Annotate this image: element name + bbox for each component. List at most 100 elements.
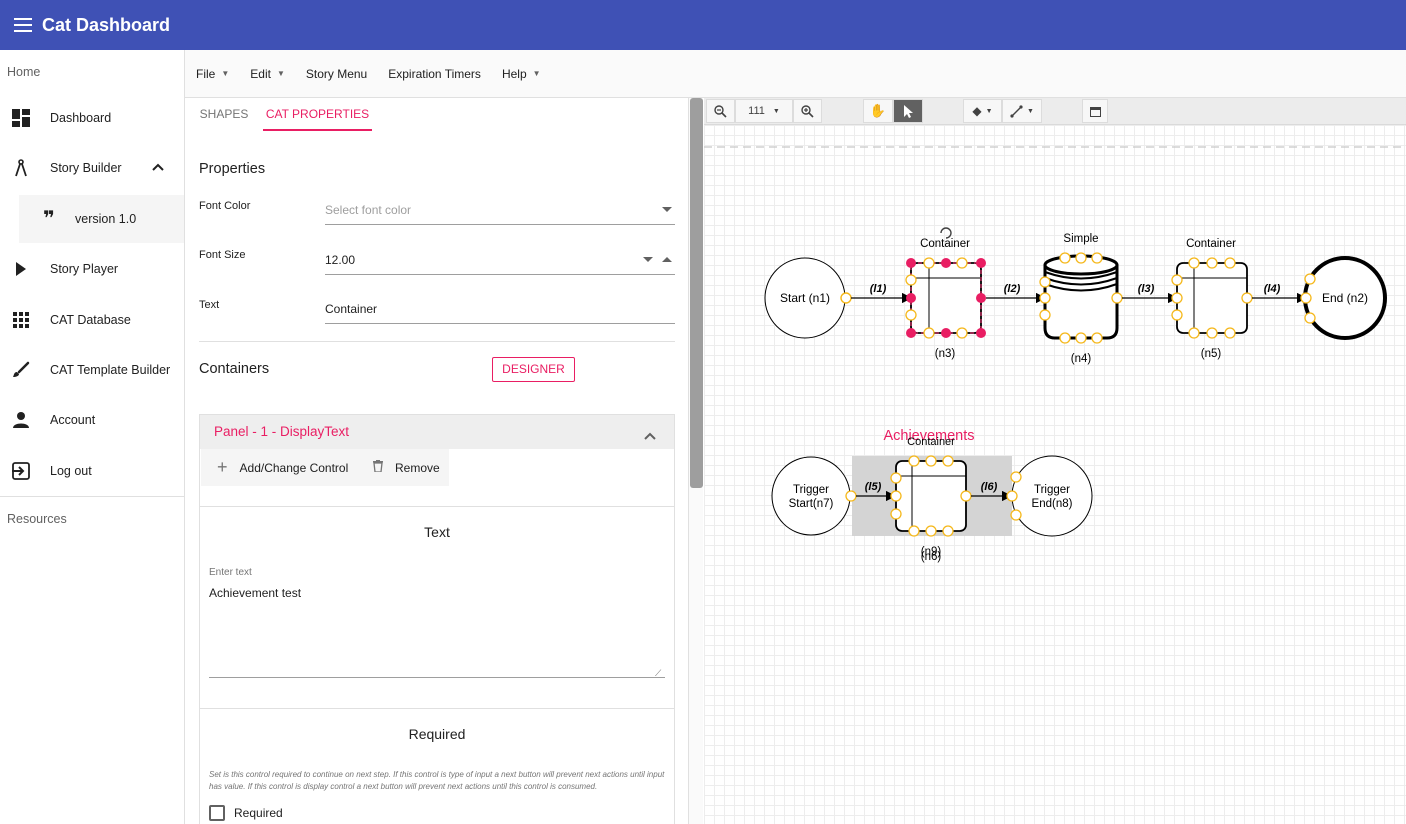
quote-icon: ❞ (43, 208, 55, 230)
chevron-down-icon: ▼ (772, 107, 780, 115)
font-size-label: Font Size (199, 249, 246, 261)
compass-icon (11, 158, 31, 178)
sidebar-item-log-out[interactable]: Log out (0, 447, 184, 495)
sidebar-item-dashboard[interactable]: Dashboard (0, 94, 184, 142)
remove-label: Remove (395, 460, 440, 475)
tab-cat-properties[interactable]: CAT PROPERTIES (263, 98, 372, 131)
node-id: (n3) (935, 348, 956, 360)
grid-icon (11, 310, 31, 330)
zoom-value: 111 (748, 105, 765, 117)
increment-arrow-icon[interactable] (662, 257, 672, 262)
sidebar-item-label: CAT Database (50, 313, 131, 327)
hand-icon: ✋ (869, 103, 887, 118)
link-label: (l3) (1138, 283, 1155, 295)
panel-tabs: SHAPES CAT PROPERTIES (185, 98, 688, 131)
sidebar-item-label: version 1.0 (75, 212, 137, 226)
node-title: Container (920, 238, 970, 250)
tab-shapes[interactable]: SHAPES (193, 98, 255, 131)
dropdown-arrow-icon (662, 207, 672, 212)
plus-icon: + (217, 457, 228, 477)
menu-help[interactable]: Help ▼ (502, 67, 541, 81)
scrollbar-thumb[interactable] (690, 98, 703, 488)
panel-header[interactable]: Panel - 1 - DisplayText (200, 415, 674, 449)
enter-text-textarea[interactable]: Achievement test (209, 586, 301, 600)
zoom-out-button[interactable] (706, 99, 735, 123)
zoom-select[interactable]: 111 ▼ (735, 99, 793, 123)
text-label: Text (199, 299, 220, 311)
connector-icon (1010, 104, 1023, 118)
sidebar-subheader-home: Home (7, 65, 41, 79)
diagram-canvas[interactable]: Start (n1) (l1) Container (n3) (l2) Simp… (704, 125, 1406, 824)
menu-bar: File ▼ Edit ▼ Story Menu Expiration Timers… (185, 50, 1406, 98)
containers-title: Containers (199, 361, 270, 377)
font-color-placeholder: Select font color (325, 203, 412, 217)
node-end-n2: End (n2) (1300, 256, 1387, 340)
zoom-out-icon (714, 104, 727, 118)
panel-expansion: Panel - 1 - DisplayText + Add/Change Con… (199, 414, 675, 824)
textarea-underline (209, 677, 665, 678)
menu-label: Expiration Timers (388, 66, 481, 81)
brush-icon (11, 360, 31, 380)
calendar-button[interactable] (1082, 99, 1108, 123)
connector-style-button[interactable]: ▼ (1002, 99, 1042, 123)
sidebar-item-cat-template-builder[interactable]: CAT Template Builder (0, 346, 184, 394)
node-title: Simple (1063, 233, 1098, 245)
designer-button[interactable]: DESIGNER (492, 357, 575, 382)
trash-icon (373, 460, 383, 475)
chevron-up-icon[interactable] (152, 160, 164, 174)
panel-title: Panel - 1 - DisplayText (214, 424, 350, 439)
text-value: Container (325, 302, 378, 316)
link-label: (l5) (865, 481, 882, 493)
app-bar: Cat Dashboard (0, 0, 1406, 50)
text-input[interactable]: Container (325, 294, 675, 324)
menu-file[interactable]: File ▼ (196, 67, 229, 81)
node-id: (n5) (1201, 348, 1222, 360)
properties-panel: SHAPES CAT PROPERTIES Properties Font Co… (185, 98, 688, 824)
node-id: (n4) (1071, 353, 1092, 365)
sidebar-item-cat-database[interactable]: CAT Database (0, 296, 184, 344)
select-tool-button[interactable] (893, 99, 923, 123)
remove-button[interactable]: Remove (373, 449, 440, 486)
hamburger-menu-icon[interactable] (14, 18, 32, 32)
required-checkbox[interactable] (209, 805, 225, 821)
control-divider (200, 708, 674, 709)
play-icon (11, 259, 31, 279)
sidebar-item-version[interactable]: ❞ version 1.0 (19, 195, 184, 243)
link-label: (l4) (1264, 283, 1281, 295)
sidebar-subheader-resources: Resources (7, 512, 67, 526)
pan-tool-button[interactable]: ✋ (863, 99, 893, 123)
menu-expiration-timers[interactable]: Expiration Timers (388, 67, 481, 81)
sidebar-item-label: Story Player (50, 262, 119, 276)
chevron-down-icon: ▼ (532, 69, 541, 78)
sidebar-item-story-player[interactable]: Story Player (0, 245, 184, 293)
rotate-handle-icon (940, 227, 952, 239)
menu-label: Story Menu (305, 66, 368, 81)
chevron-up-icon[interactable] (644, 427, 656, 445)
zoom-in-button[interactable] (793, 99, 822, 123)
node-title: Container (907, 436, 955, 448)
link-label: (l1) (870, 283, 887, 295)
node-simple-n4: Simple (n4) (1039, 233, 1123, 365)
logout-icon (11, 461, 31, 481)
add-change-control-button[interactable]: + Add/Change Control (217, 449, 348, 486)
sidebar-item-story-builder[interactable]: Story Builder (0, 144, 184, 192)
resize-handle-icon[interactable]: ⟋ (655, 668, 661, 679)
calendar-icon (1089, 106, 1101, 117)
sidebar-item-account[interactable]: Account (0, 396, 184, 444)
menu-story-menu[interactable]: Story Menu (306, 67, 367, 81)
font-color-select[interactable]: Select font color (325, 195, 675, 225)
menu-edit[interactable]: Edit ▼ (250, 67, 285, 81)
pointer-icon (903, 104, 913, 118)
required-help-text: Set is this control required to continue… (209, 770, 665, 791)
panel-scrollbar[interactable] (688, 98, 703, 824)
font-size-input[interactable]: 12.00 (325, 245, 675, 275)
properties-title: Properties (199, 161, 266, 177)
section-divider (199, 341, 675, 342)
decrement-arrow-icon[interactable] (643, 257, 653, 262)
node-title: Container (1186, 238, 1236, 250)
chevron-down-icon: ▼ (1027, 107, 1034, 115)
fill-color-button[interactable]: ◆ ▼ (963, 99, 1002, 123)
dashboard-icon (11, 108, 31, 128)
font-color-label: Font Color (199, 200, 251, 212)
chevron-down-icon: ▼ (276, 69, 285, 78)
